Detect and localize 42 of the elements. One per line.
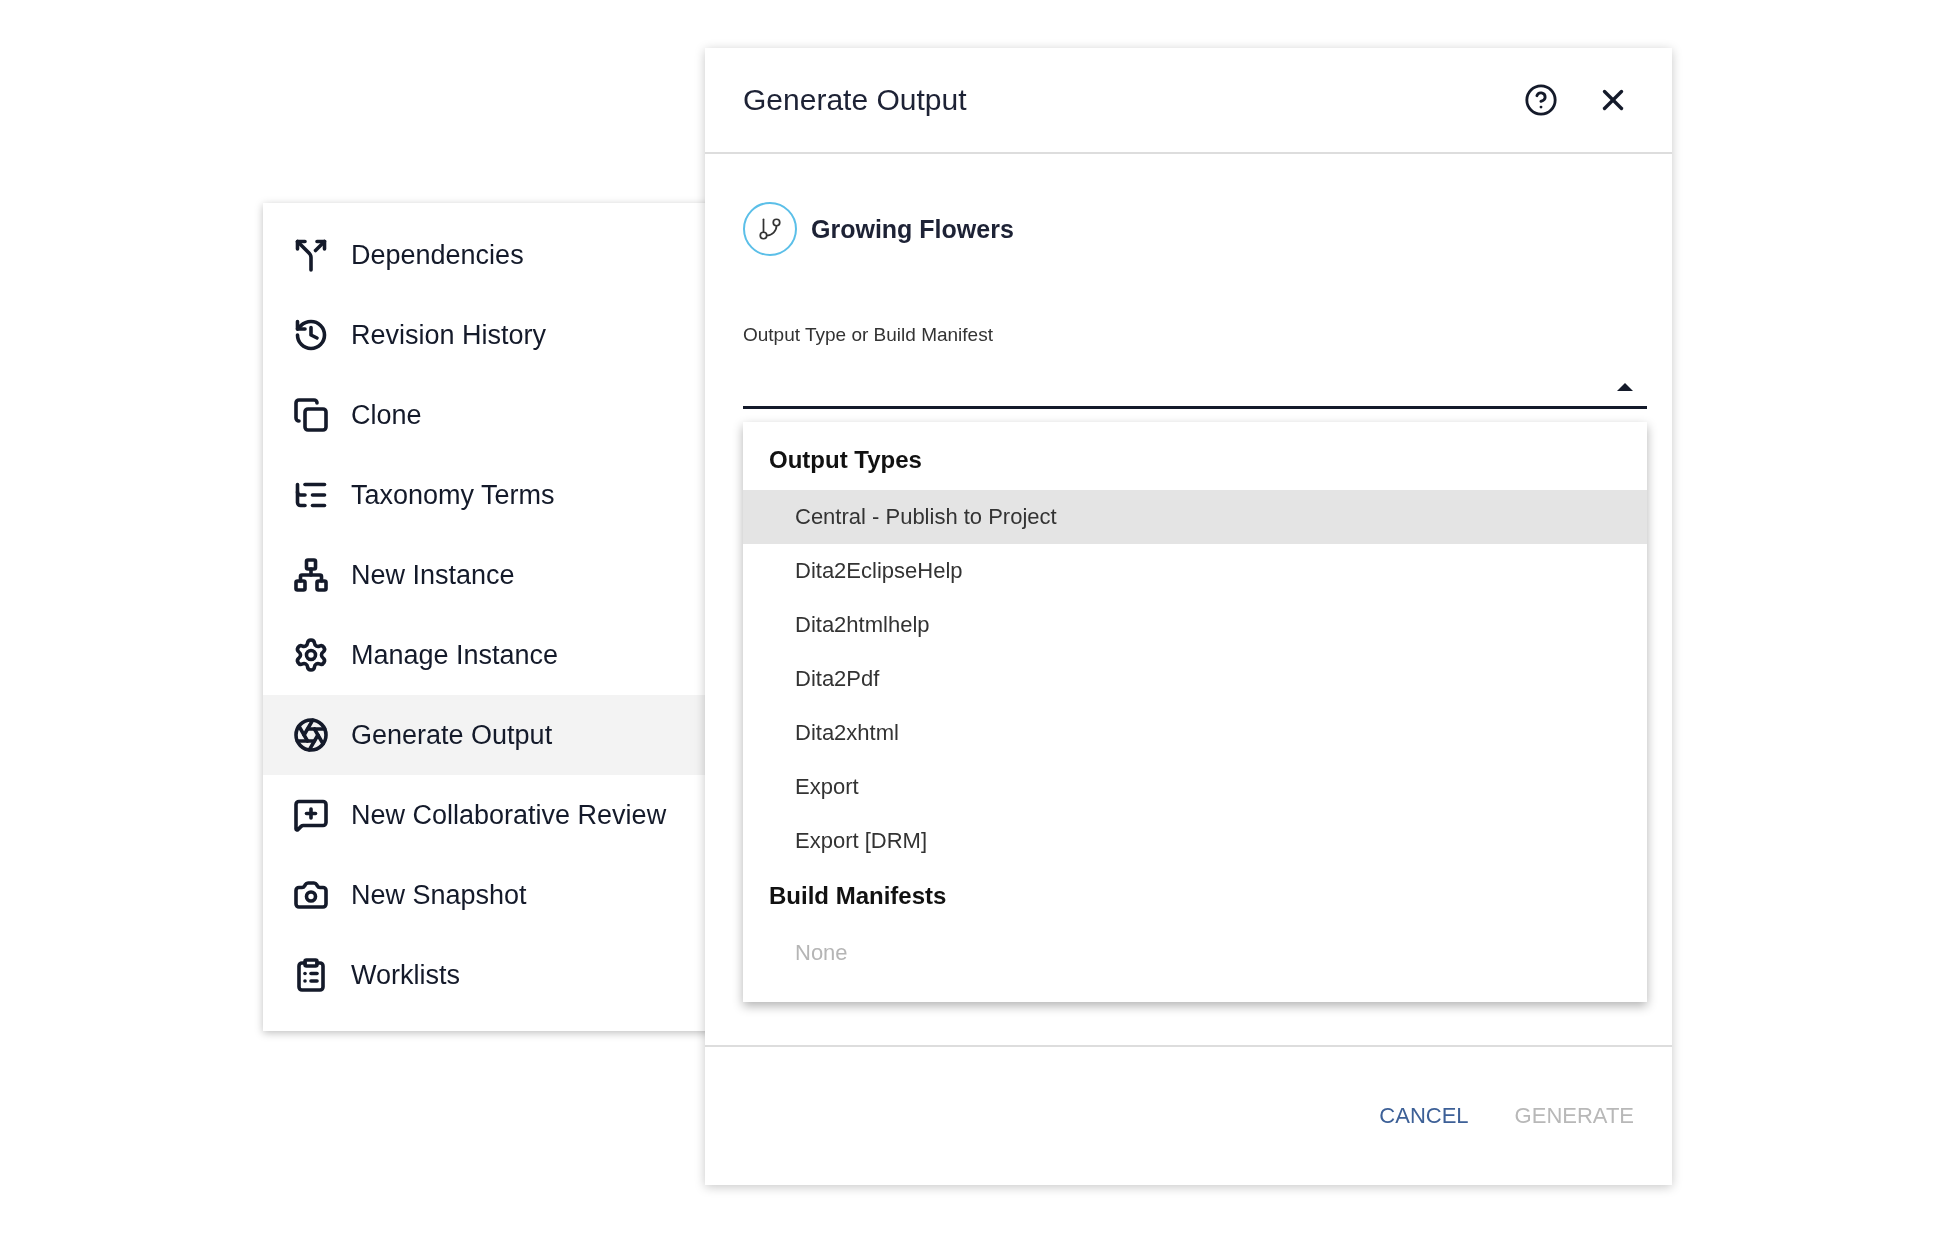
menu-item[interactable]: Manage Instance <box>263 615 723 695</box>
menu-item-label: Revision History <box>351 319 547 351</box>
menu-item-label: New Instance <box>351 559 515 591</box>
menu-item[interactable]: Revision History <box>263 295 723 375</box>
menu-item[interactable]: Taxonomy Terms <box>263 455 723 535</box>
network-icon <box>293 557 329 593</box>
menu-item-label: New Snapshot <box>351 879 527 911</box>
help-icon <box>1524 83 1558 117</box>
select-field[interactable]: Output Type or Build Manifest <box>743 320 1647 409</box>
menu-item[interactable]: New Snapshot <box>263 855 723 935</box>
dropdown-option[interactable]: Dita2Pdf <box>743 652 1647 706</box>
dropdown-option[interactable]: Dita2xhtml <box>743 706 1647 760</box>
menu-item-label: Generate Output <box>351 719 553 751</box>
menu-item[interactable]: New Instance <box>263 535 723 615</box>
dialog-title: Generate Output <box>743 83 968 117</box>
footer-button[interactable]: CANCEL <box>1371 1093 1477 1139</box>
menu-item-label: Taxonomy Terms <box>351 479 555 511</box>
group-heading: Output Types <box>768 445 923 475</box>
dropdown-option[interactable]: Dita2htmlhelp <box>743 598 1647 652</box>
menu-item-label: Worklists <box>351 959 460 991</box>
aperture-icon <box>293 717 329 753</box>
gear-icon <box>293 637 329 673</box>
dropdown-option[interactable]: Export <box>743 760 1647 814</box>
dropdown-option[interactable]: Dita2EclipseHelp <box>743 544 1647 598</box>
dropdown-option[interactable]: Export [DRM] <box>743 814 1647 868</box>
copy-icon <box>293 397 329 433</box>
field-label: Output Type or Build Manifest <box>743 323 994 346</box>
menu-item[interactable]: Worklists <box>263 935 723 1015</box>
branch-icon <box>743 202 797 256</box>
menu-item[interactable]: Clone <box>263 375 723 455</box>
split-arrow-icon <box>293 237 329 273</box>
group-heading: Build Manifests <box>768 881 948 911</box>
menu-item[interactable]: New Collaborative Review <box>263 775 723 855</box>
clock-history-icon <box>293 317 329 353</box>
menu-item-label: Manage Instance <box>351 639 559 671</box>
menu-item-label: Dependencies <box>351 239 524 271</box>
menu-item-label: Clone <box>351 399 422 431</box>
menu-item[interactable]: Dependencies <box>263 215 723 295</box>
message-plus-icon <box>293 797 329 833</box>
item-name: Growing Flowers <box>811 214 1014 244</box>
menu-item-label: New Collaborative Review <box>351 799 667 831</box>
dropdown-option[interactable]: Central - Publish to Project <box>743 490 1647 544</box>
